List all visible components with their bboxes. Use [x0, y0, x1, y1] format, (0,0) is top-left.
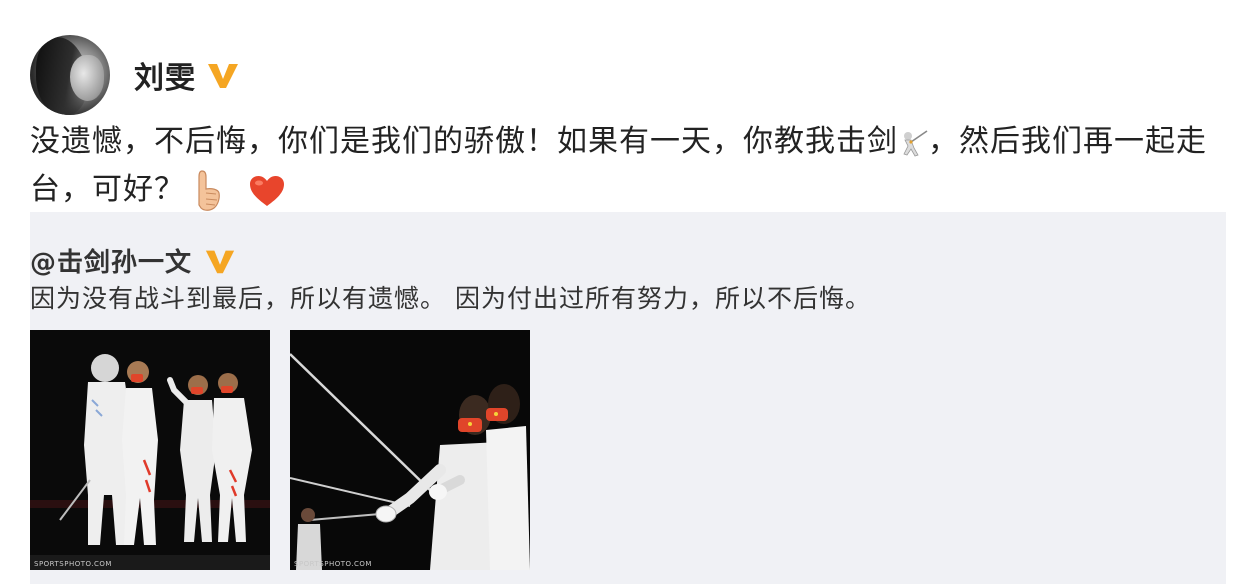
heart-emoji	[250, 175, 285, 206]
photo-watermark: SPORTSPHOTO.COM	[294, 560, 372, 568]
photo-fencers-embracing[interactable]: SPORTSPHOTO.COM	[30, 330, 270, 570]
fencing-emoji	[903, 129, 928, 156]
photo-fencers-embracing-image	[30, 330, 270, 570]
username[interactable]: 刘雯	[134, 53, 196, 97]
post-text-part1: 没遗憾，不后悔，你们是我们的骄傲！如果有一天，你教我击剑	[30, 124, 898, 159]
photo-fencers-with-sabres-image	[290, 330, 530, 570]
post-text: 没遗憾，不后悔，你们是我们的骄傲！如果有一天，你教我击剑 ，然后我们再一起走台，…	[30, 118, 1226, 214]
avatar[interactable]	[30, 35, 110, 115]
post-header: 刘雯	[30, 34, 240, 116]
photo-watermark: SPORTSPHOTO.COM	[34, 560, 112, 568]
verified-v-icon	[205, 250, 235, 273]
verified-v-icon	[208, 64, 238, 88]
photo-fencers-with-sabres[interactable]: SPORTSPHOTO.COM	[290, 330, 530, 570]
repost-card[interactable]: @击剑孙一文 因为没有战斗到最后，所以有遗憾。 因为付出过所有努力，所以不后悔。	[30, 212, 1226, 584]
avatar-face-shape	[70, 55, 104, 101]
thumbs-up-emoji	[197, 169, 220, 211]
repost-text: 因为没有战斗到最后，所以有遗憾。 因为付出过所有努力，所以不后悔。	[30, 284, 871, 313]
repost-author-name[interactable]: @击剑孙一文	[30, 242, 192, 279]
repost-author: @击剑孙一文	[30, 242, 236, 279]
